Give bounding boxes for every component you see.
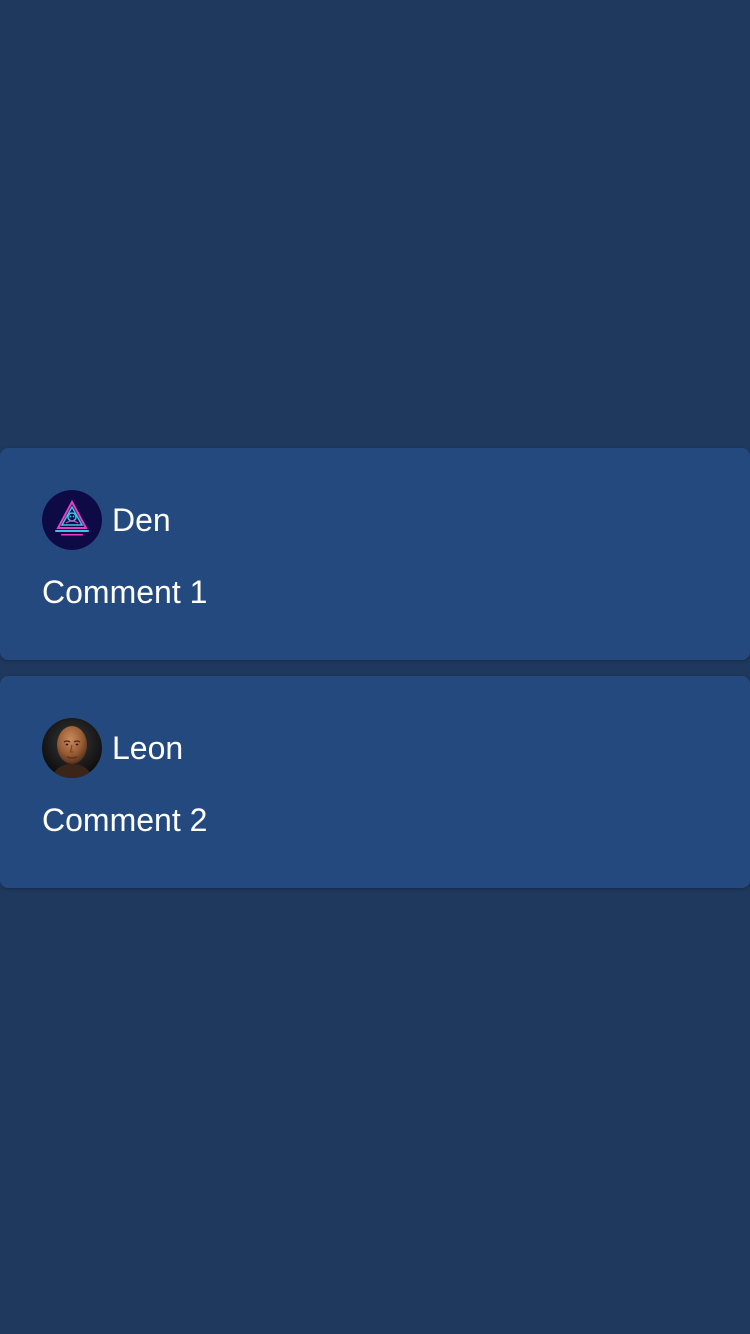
comments-screen: { "comments": [ { "author": "Den", "avat…	[0, 0, 750, 1334]
comment-list: Den Comment 1 Leon Comment 2	[0, 448, 750, 904]
comment-author[interactable]: Den	[112, 502, 171, 538]
comment-text: Comment 2	[42, 802, 208, 838]
avatar[interactable]	[42, 490, 102, 550]
bald-man-portrait-icon	[42, 718, 102, 778]
avatar[interactable]	[42, 718, 102, 778]
comment-card[interactable]: Leon Comment 2	[0, 676, 750, 888]
neon-triangle-logo-icon	[42, 490, 102, 550]
comment-author[interactable]: Leon	[112, 730, 183, 766]
comment-header: Leon	[42, 718, 708, 778]
comment-text: Comment 1	[42, 574, 208, 610]
comment-card[interactable]: Den Comment 1	[0, 448, 750, 660]
comment-header: Den	[42, 490, 708, 550]
